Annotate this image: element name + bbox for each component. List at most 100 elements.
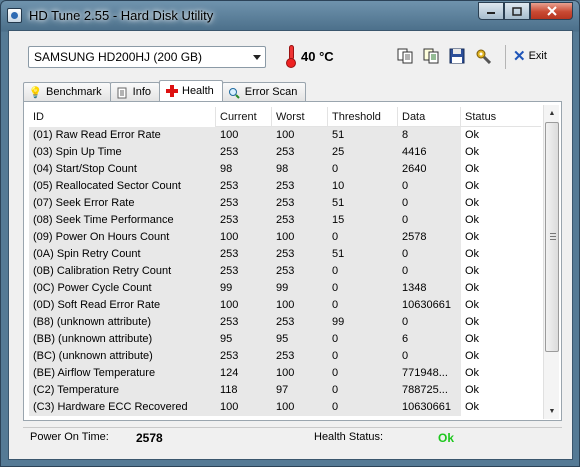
cell-current: 253 xyxy=(216,178,272,195)
table-row[interactable]: (0A) Spin Retry Count 253 253 51 0 Ok xyxy=(29,246,541,263)
footer-divider xyxy=(23,427,562,428)
table-body: (01) Raw Read Error Rate 100 100 51 8 Ok (03) … xyxy=(29,127,541,416)
scroll-down-arrow-icon[interactable]: ▼ xyxy=(544,403,560,419)
copy-icon xyxy=(397,48,413,64)
cell-data: 4416 xyxy=(398,144,461,161)
cell-current: 124 xyxy=(216,365,272,382)
table-row[interactable]: (C2) Temperature 118 97 0 788725... Ok xyxy=(29,382,541,399)
cell-threshold: 0 xyxy=(328,297,398,314)
cell-id: (C2) Temperature xyxy=(29,382,216,399)
maximize-button[interactable] xyxy=(504,2,530,20)
cell-status: Ok xyxy=(465,384,480,396)
cell-worst: 100 xyxy=(272,365,328,382)
table-row[interactable]: (0C) Power Cycle Count 99 99 0 1348 Ok xyxy=(29,280,541,297)
cell-status: Ok xyxy=(465,316,480,328)
table-row[interactable]: (BC) (unknown attribute) 253 253 0 0 Ok xyxy=(29,348,541,365)
options-button[interactable] xyxy=(473,46,493,66)
table-row[interactable]: (08) Seek Time Performance 253 253 15 0 Ok xyxy=(29,212,541,229)
cell-worst: 253 xyxy=(272,195,328,212)
tab-label: Info xyxy=(132,86,151,98)
col-header-data[interactable]: Data xyxy=(398,107,461,127)
cell-status: Ok xyxy=(465,282,480,294)
table-row[interactable]: (0B) Calibration Retry Count 253 253 0 0 Ok xyxy=(29,263,541,280)
cell-threshold: 0 xyxy=(328,382,398,399)
cell-threshold: 25 xyxy=(328,144,398,161)
cell-data: 2578 xyxy=(398,229,461,246)
smart-table[interactable]: ID Current Worst Threshold Data Status (… xyxy=(29,107,541,419)
col-header-id[interactable]: ID xyxy=(29,107,216,127)
table-row[interactable]: (09) Power On Hours Count 100 100 0 2578 Ok xyxy=(29,229,541,246)
cell-status: Ok xyxy=(465,367,480,379)
tab-benchmark[interactable]: 💡 Benchmark xyxy=(23,82,111,101)
table-row[interactable]: (03) Spin Up Time 253 253 25 4416 Ok xyxy=(29,144,541,161)
cell-worst: 97 xyxy=(272,382,328,399)
cell-threshold: 0 xyxy=(328,161,398,178)
caption-buttons xyxy=(478,2,573,20)
cell-status: Ok xyxy=(465,265,480,277)
cell-threshold: 0 xyxy=(328,365,398,382)
cell-id: (0D) Soft Read Error Rate xyxy=(29,297,216,314)
cell-current: 100 xyxy=(216,399,272,416)
tab-info[interactable]: Info xyxy=(109,82,160,101)
tab-health[interactable]: Health xyxy=(159,80,223,101)
power-on-label: Power On Time: xyxy=(30,431,109,443)
cell-data: 0 xyxy=(398,314,461,331)
cell-worst: 100 xyxy=(272,297,328,314)
cell-current: 100 xyxy=(216,229,272,246)
cell-current: 253 xyxy=(216,246,272,263)
cell-current: 253 xyxy=(216,195,272,212)
tab-label: Error Scan xyxy=(244,86,298,98)
copy-button[interactable] xyxy=(395,46,415,66)
scroll-up-arrow-icon[interactable]: ▲ xyxy=(544,105,560,121)
tab-label: Benchmark xyxy=(46,86,102,98)
cell-current: 253 xyxy=(216,144,272,161)
cell-id: (C3) Hardware ECC Recovered xyxy=(29,399,216,416)
scroll-thumb[interactable] xyxy=(545,122,559,352)
col-header-worst[interactable]: Worst xyxy=(272,107,328,127)
cell-threshold: 99 xyxy=(328,314,398,331)
tab-error-scan[interactable]: Error Scan xyxy=(221,82,307,101)
cell-status: Ok xyxy=(465,299,480,311)
table-row[interactable]: (0D) Soft Read Error Rate 100 100 0 10630661… xyxy=(29,297,541,314)
table-row[interactable]: (04) Start/Stop Count 98 98 0 2640 Ok xyxy=(29,161,541,178)
cell-data: 0 xyxy=(398,178,461,195)
table-row[interactable]: (BB) (unknown attribute) 95 95 0 6 Ok xyxy=(29,331,541,348)
table-row[interactable]: (BE) Airflow Temperature 124 100 0 771948...… xyxy=(29,365,541,382)
save-button[interactable] xyxy=(447,46,467,66)
minimize-button[interactable] xyxy=(478,2,504,20)
cell-current: 253 xyxy=(216,212,272,229)
cell-id: (0C) Power Cycle Count xyxy=(29,280,216,297)
vertical-scrollbar[interactable]: ▲ ▼ xyxy=(543,105,559,419)
temperature-readout: 40 °C xyxy=(301,49,334,64)
table-row[interactable]: (01) Raw Read Error Rate 100 100 51 8 Ok xyxy=(29,127,541,144)
col-header-threshold[interactable]: Threshold xyxy=(328,107,398,127)
exit-label: Exit xyxy=(528,50,547,62)
exit-button[interactable]: ✕ Exit xyxy=(513,46,547,66)
title-bar[interactable]: HD Tune 2.55 - Hard Disk Utility xyxy=(1,1,579,30)
cell-worst: 98 xyxy=(272,161,328,178)
power-on-value: 2578 xyxy=(136,431,163,445)
cell-data: 771948... xyxy=(398,365,461,382)
tab-bar: 💡 Benchmark Info Health Error Scan xyxy=(23,80,307,101)
table-row[interactable]: (B8) (unknown attribute) 253 253 99 0 Ok xyxy=(29,314,541,331)
cell-status: Ok xyxy=(465,231,480,243)
cell-status: Ok xyxy=(465,197,480,209)
table-row[interactable]: (C3) Hardware ECC Recovered 100 100 0 106306… xyxy=(29,399,541,416)
table-row[interactable]: (07) Seek Error Rate 253 253 51 0 Ok xyxy=(29,195,541,212)
thermometer-icon xyxy=(286,45,296,68)
cell-id: (09) Power On Hours Count xyxy=(29,229,216,246)
col-header-current[interactable]: Current xyxy=(216,107,272,127)
exit-icon: ✕ xyxy=(513,47,526,65)
close-button[interactable] xyxy=(530,2,573,20)
copy-all-button[interactable] xyxy=(421,46,441,66)
cell-status: Ok xyxy=(465,401,480,413)
drive-select[interactable]: SAMSUNG HD200HJ (200 GB) xyxy=(28,46,266,68)
cell-current: 253 xyxy=(216,348,272,365)
cell-current: 253 xyxy=(216,263,272,280)
cell-id: (0A) Spin Retry Count xyxy=(29,246,216,263)
cell-data: 2640 xyxy=(398,161,461,178)
table-row[interactable]: (05) Reallocated Sector Count 253 253 10 0 Ok xyxy=(29,178,541,195)
tab-label: Health xyxy=(182,85,214,97)
cell-status: Ok xyxy=(465,163,480,175)
col-header-status[interactable]: Status xyxy=(461,107,541,127)
